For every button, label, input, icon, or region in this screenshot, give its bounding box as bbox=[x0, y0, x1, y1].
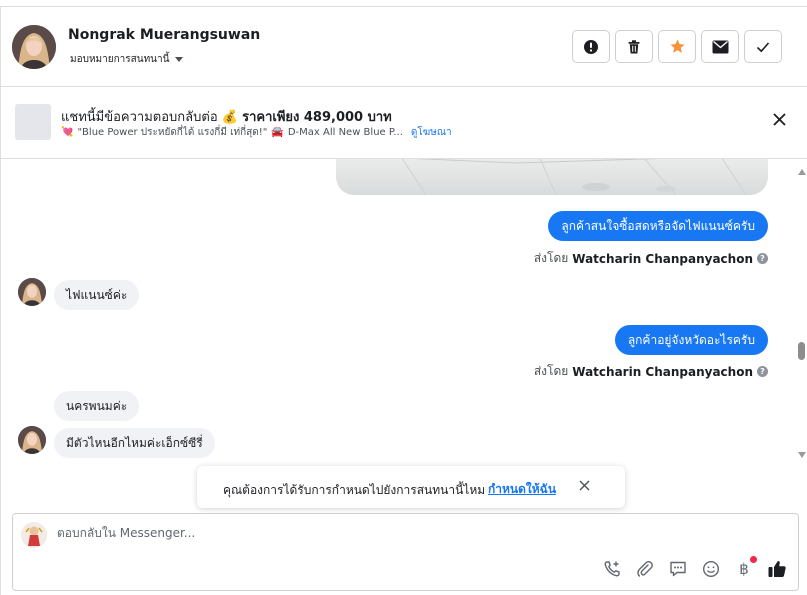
star-icon bbox=[669, 39, 685, 53]
message-bubble-incoming[interactable]: นครพนมค่ะ bbox=[54, 391, 140, 421]
notification-dot bbox=[750, 556, 757, 563]
shared-photo[interactable] bbox=[336, 159, 768, 195]
ad-reply-banner: แชทนี้มีข้อความตอบกลับต่อ 💰 ราคาเพียง 48… bbox=[1, 87, 807, 159]
alert-icon bbox=[584, 39, 598, 54]
dismiss-toast-button[interactable] bbox=[579, 480, 590, 495]
close-icon bbox=[773, 113, 786, 126]
caret-down-icon bbox=[175, 57, 184, 62]
message-scrollbar[interactable] bbox=[797, 159, 807, 464]
page-avatar bbox=[21, 522, 47, 548]
paperclip-icon bbox=[637, 561, 653, 577]
banner-quote: "Blue Power ประหยัดกี่ได้ แรงกี่มี เท่กี… bbox=[77, 127, 268, 138]
money-bag-icon: 💰 bbox=[221, 110, 238, 125]
view-ad-link[interactable]: ดูโฆษณา bbox=[411, 125, 452, 140]
mark-spam-button[interactable] bbox=[572, 30, 610, 63]
payment-button[interactable]: ฿ bbox=[733, 556, 757, 580]
check-icon bbox=[756, 41, 770, 52]
close-icon bbox=[579, 480, 590, 491]
heart-icon: 💘 bbox=[61, 127, 74, 138]
close-banner-button[interactable] bbox=[773, 113, 786, 130]
message-bubble-outgoing[interactable]: ลูกค้าอยู่จังหวัดอะไรครับ bbox=[614, 325, 768, 355]
banner-price: ราคาเพียง 489,000 บาท bbox=[242, 110, 392, 125]
message-bubble-incoming[interactable]: ไฟแนนซ์ค่ะ bbox=[54, 280, 140, 310]
saved-replies-button[interactable] bbox=[667, 558, 689, 580]
header-actions bbox=[572, 30, 782, 63]
mark-unread-button[interactable] bbox=[701, 30, 739, 63]
composer-toolbar: ฿ bbox=[601, 556, 788, 580]
reply-composer: ฿ bbox=[12, 513, 799, 591]
toast-message: คุณต้องการได้รับการกำหนดไปยังการสนทนานี้… bbox=[223, 483, 486, 497]
contact-avatar-small bbox=[18, 426, 46, 454]
message-bubble-outgoing[interactable]: ลูกค้าสนใจซื้อสดหรือจัดไฟแนนซ์ครับ bbox=[548, 211, 768, 241]
assign-to-me-link[interactable]: กำหนดให้ฉัน bbox=[488, 480, 556, 499]
assign-conversation-dropdown[interactable]: มอบหมายการสนทนานี้ bbox=[70, 52, 184, 67]
smiley-icon bbox=[702, 560, 720, 578]
thumbs-up-icon bbox=[768, 561, 786, 577]
banner-title-text: แชทนี้มีข้อความตอบกลับต่อ bbox=[61, 110, 218, 125]
call-add-button[interactable] bbox=[601, 558, 623, 580]
help-icon[interactable]: ? bbox=[757, 366, 768, 377]
assign-prompt-toast: คุณต้องการได้รับการกำหนดไปยังการสนทนานี้… bbox=[197, 466, 625, 508]
thread-header: Nongrak Muerangsuwan มอบหมายการสนทนานี้ bbox=[1, 7, 807, 87]
sent-by-prefix: ส่งโดย bbox=[533, 251, 569, 265]
scroll-down-arrow-icon[interactable] bbox=[798, 452, 806, 458]
inbox-thread-panel: Nongrak Muerangsuwan มอบหมายการสนทนานี้ bbox=[0, 6, 807, 595]
emoji-button[interactable] bbox=[700, 558, 722, 580]
banner-title: แชทนี้มีข้อความตอบกลับต่อ 💰 ราคาเพียง 48… bbox=[61, 106, 392, 127]
ad-thumbnail bbox=[15, 104, 51, 140]
message-bubble-incoming[interactable]: มีตัวไหนอีกไหมค่ะเอ็กซ์ซีรี่ bbox=[54, 428, 215, 458]
assign-label: มอบหมายการสนทนานี้ bbox=[70, 54, 170, 65]
sent-by-prefix: ส่งโดย bbox=[533, 364, 569, 378]
star-button[interactable] bbox=[658, 30, 696, 63]
message-list[interactable]: ลูกค้าสนใจซื้อสดหรือจัดไฟแนนซ์ครับ ส่งโด… bbox=[1, 159, 807, 459]
baht-icon: ฿ bbox=[739, 560, 749, 578]
chat-bubble-icon bbox=[670, 561, 686, 577]
sender-name: Watcharin Chanpanyachon bbox=[572, 364, 753, 379]
help-icon[interactable]: ? bbox=[757, 253, 768, 264]
envelope-icon bbox=[712, 40, 728, 53]
phone-plus-icon bbox=[604, 561, 620, 577]
sent-by-label: ส่งโดย Watcharin Chanpanyachon ? bbox=[534, 249, 768, 268]
like-button[interactable] bbox=[766, 558, 788, 580]
scroll-thumb[interactable] bbox=[798, 342, 805, 360]
scroll-up-arrow-icon[interactable] bbox=[798, 169, 806, 175]
banner-subtitle: 💘 "Blue Power ประหยัดกี่ได้ แรงกี่มี เท่… bbox=[61, 125, 452, 140]
contact-name[interactable]: Nongrak Muerangsuwan bbox=[68, 27, 260, 43]
contact-avatar-small bbox=[18, 278, 46, 306]
sent-by-label: ส่งโดย Watcharin Chanpanyachon ? bbox=[534, 362, 768, 381]
sender-name: Watcharin Chanpanyachon bbox=[572, 251, 753, 266]
mark-done-button[interactable] bbox=[744, 30, 782, 63]
banner-product: D-Max All New Blue P... bbox=[287, 127, 403, 138]
reply-input[interactable] bbox=[57, 526, 557, 540]
trash-icon bbox=[628, 39, 640, 53]
attach-button[interactable] bbox=[634, 558, 656, 580]
contact-avatar[interactable] bbox=[12, 25, 56, 69]
delete-button[interactable] bbox=[615, 30, 653, 63]
car-icon: 🚘 bbox=[271, 127, 284, 138]
